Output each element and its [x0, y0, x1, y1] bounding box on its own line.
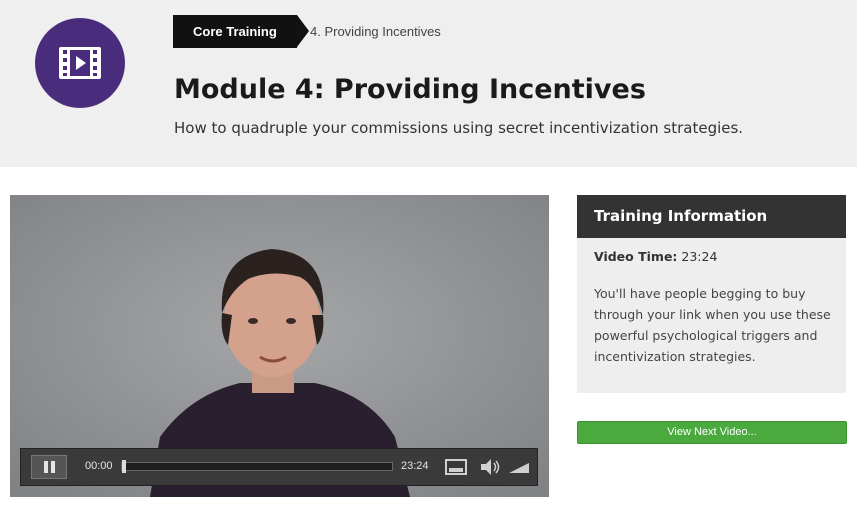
video-time-label: Video Time: — [594, 249, 678, 264]
volume-level-icon[interactable] — [507, 458, 531, 476]
breadcrumb-section[interactable]: Core Training — [173, 15, 309, 48]
video-player[interactable]: 00:00 23:24 — [10, 195, 549, 497]
total-time: 23:24 — [401, 460, 429, 472]
seek-bar[interactable] — [121, 460, 393, 473]
module-header: Core Training 4. Providing Incentives Mo… — [0, 0, 857, 167]
video-controls: 00:00 23:24 — [20, 448, 538, 486]
fullscreen-icon[interactable] — [445, 458, 467, 476]
video-time-value: 23:24 — [681, 249, 718, 264]
video-time: Video Time: 23:24 — [594, 249, 717, 264]
panel-heading: Training Information — [577, 195, 846, 238]
seek-handle[interactable] — [122, 460, 126, 473]
view-next-video-button[interactable]: View Next Video... — [577, 421, 847, 444]
panel-description: You'll have people begging to buy throug… — [594, 286, 831, 364]
current-time: 00:00 — [85, 460, 113, 472]
page-title: Module 4: Providing Incentives — [174, 74, 646, 105]
page-subtitle: How to quadruple your commissions using … — [174, 119, 744, 137]
breadcrumb-current: 4. Providing Incentives — [310, 24, 441, 39]
volume-icon[interactable] — [479, 458, 501, 476]
pause-icon — [44, 461, 48, 473]
training-info-panel: Training Information Video Time: 23:24 Y… — [577, 195, 846, 393]
pause-button[interactable] — [31, 455, 67, 479]
video-icon — [35, 18, 125, 108]
